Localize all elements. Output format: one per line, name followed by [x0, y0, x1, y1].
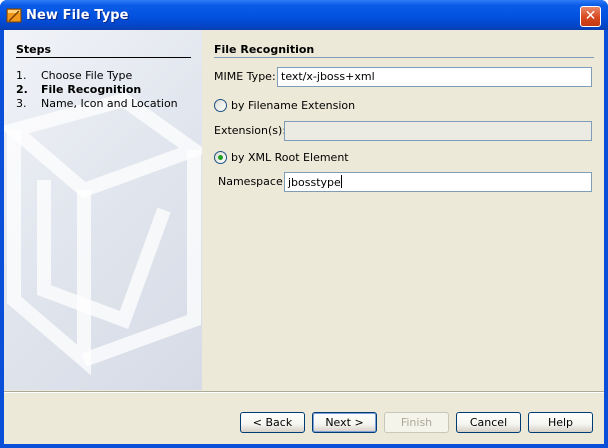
steps-heading: Steps — [16, 43, 52, 56]
radio-unchecked-icon — [214, 99, 227, 112]
next-button[interactable]: Next > — [312, 412, 377, 433]
project-icon — [6, 8, 22, 23]
section-title: File Recognition — [214, 43, 315, 56]
mime-type-input[interactable]: text/x-jboss+xml — [277, 67, 592, 87]
step-label: Choose File Type — [41, 69, 133, 82]
close-icon: ✕ — [584, 8, 597, 24]
text-caret — [340, 175, 342, 188]
extensions-input[interactable] — [284, 121, 592, 141]
section-divider — [214, 57, 594, 58]
title-bar[interactable]: New File Type ✕ — [0, 0, 608, 30]
steps-panel: Steps 1. Choose File Type 2. File Recognit… — [4, 30, 202, 390]
wizard-cube-art-icon — [4, 92, 202, 376]
mime-type-value: text/x-jboss+xml — [281, 70, 375, 83]
step-number: 2. — [16, 83, 28, 96]
step-number: 3. — [16, 97, 27, 110]
step-number: 1. — [16, 69, 27, 82]
help-button[interactable]: Help — [528, 412, 593, 433]
button-bar-divider — [4, 391, 604, 393]
cancel-button[interactable]: Cancel — [456, 412, 521, 433]
new-file-type-dialog: New File Type ✕ Steps 1. Choose File Type… — [0, 0, 608, 448]
mime-type-label: MIME Type: — [214, 70, 276, 83]
step-3: 3. Name, Icon and Location — [16, 97, 178, 110]
radio-label: by Filename Extension — [231, 99, 356, 112]
namespace-input[interactable]: jbosstype — [284, 172, 592, 192]
step-2-current: 2. File Recognition — [16, 83, 141, 96]
back-button[interactable]: < Back — [240, 412, 305, 433]
radio-by-filename-extension[interactable]: by Filename Extension — [214, 99, 355, 112]
radio-label: by XML Root Element — [231, 151, 349, 164]
file-recognition-panel: File Recognition MIME Type: text/x-jboss… — [202, 30, 604, 390]
extensions-label: Extension(s): — [214, 124, 287, 137]
dialog-body: Steps 1. Choose File Type 2. File Recognit… — [4, 30, 604, 444]
window-title: New File Type — [26, 8, 129, 23]
namespace-value: jbosstype — [288, 176, 341, 189]
step-label: Name, Icon and Location — [41, 97, 178, 110]
close-button[interactable]: ✕ — [580, 6, 601, 27]
radio-by-xml-root-element[interactable]: by XML Root Element — [214, 151, 349, 164]
finish-button[interactable]: Finish — [384, 412, 449, 433]
namespace-label: Namespace: — [218, 175, 287, 188]
radio-checked-icon — [214, 151, 227, 164]
step-1: 1. Choose File Type — [16, 69, 132, 82]
step-label: File Recognition — [41, 83, 142, 96]
steps-divider — [16, 57, 191, 58]
